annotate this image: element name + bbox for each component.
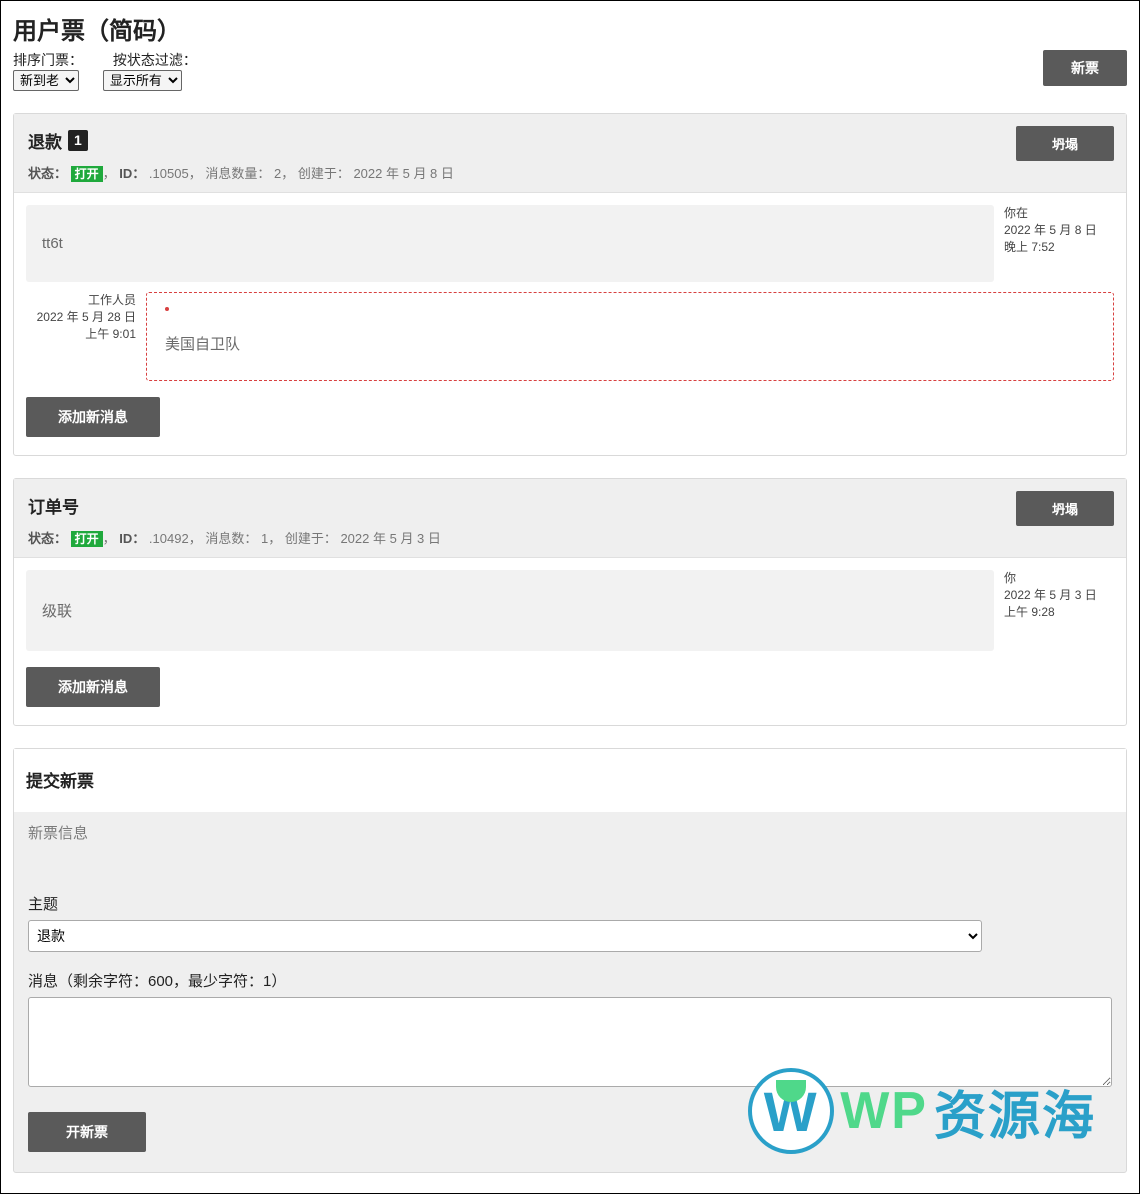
unread-badge: 1 bbox=[68, 130, 88, 151]
ticket-id: .10505 bbox=[149, 166, 189, 181]
subject-label: 主题 bbox=[28, 893, 1112, 914]
ticket-header: 退款 1 坍塌 状态： 打开， ID： .10505， 消息数量： 2， 创建于… bbox=[14, 114, 1126, 193]
staff-message-bubble: 美国自卫队 bbox=[146, 292, 1114, 381]
msgcount-value: 1 bbox=[261, 531, 268, 546]
message-author: 你在 bbox=[1004, 206, 1028, 220]
message-textarea[interactable] bbox=[28, 997, 1112, 1087]
msgcount-value: 2 bbox=[274, 166, 281, 181]
ticket-title: 订单号 bbox=[28, 493, 79, 518]
message-author: 工作人员 bbox=[88, 293, 136, 307]
message-bubble: tt6t bbox=[26, 205, 994, 282]
indicator-dot-icon bbox=[165, 307, 169, 311]
id-label: ID： bbox=[119, 166, 145, 181]
submit-ticket-section: 提交新票 新票信息 主题 退款 消息（剩余字符：600，最少字符：1） 开新票 … bbox=[13, 748, 1127, 1173]
status-filter-select[interactable]: 显示所有 bbox=[103, 70, 182, 91]
msgcount-label: 消息数量： bbox=[205, 166, 270, 181]
filter-bar: 排序门票： 按状态过滤： 新到老 显示所有 bbox=[13, 50, 203, 91]
message-author: 你 bbox=[1004, 571, 1016, 585]
new-ticket-button[interactable]: 新票 bbox=[1043, 50, 1127, 86]
message-label: 消息（剩余字符：600，最少字符：1） bbox=[28, 970, 1112, 991]
message-date: 2022 年 5 月 28 日 bbox=[37, 310, 136, 324]
status-value: 打开 bbox=[71, 531, 103, 547]
ticket-meta: 状态： 打开， ID： .10505， 消息数量： 2， 创建于： 2022 年… bbox=[28, 163, 1112, 182]
subject-select[interactable]: 退款 bbox=[28, 920, 982, 952]
status-value: 打开 bbox=[71, 166, 103, 182]
logo-letter: W bbox=[764, 1079, 819, 1144]
ticket-card: 订单号 坍塌 状态： 打开， ID： .10492， 消息数： 1， 创建于： … bbox=[13, 478, 1127, 726]
collapse-button[interactable]: 坍塌 bbox=[1016, 491, 1114, 526]
created-value: 2022 年 5 月 3 日 bbox=[340, 531, 440, 546]
message-bubble: 级联 bbox=[26, 570, 994, 651]
add-message-button[interactable]: 添加新消息 bbox=[26, 667, 160, 707]
message-meta: 工作人员 2022 年 5 月 28 日 上午 9:01 bbox=[26, 292, 136, 381]
id-label: ID： bbox=[119, 531, 145, 546]
ticket-id: .10492 bbox=[149, 531, 189, 546]
ticket-title: 退款 bbox=[28, 128, 62, 153]
msgcount-label: 消息数： bbox=[205, 531, 257, 546]
message-time: 上午 9:28 bbox=[1004, 605, 1055, 619]
collapse-button[interactable]: 坍塌 bbox=[1016, 126, 1114, 161]
created-label: 创建于： bbox=[285, 531, 337, 546]
ticket-card: 退款 1 坍塌 状态： 打开， ID： .10505， 消息数量： 2， 创建于… bbox=[13, 113, 1127, 456]
message-body: 美国自卫队 bbox=[165, 336, 240, 353]
message-time: 上午 9:01 bbox=[85, 327, 136, 341]
status-filter-label: 按状态过滤： bbox=[113, 52, 197, 68]
open-ticket-button[interactable]: 开新票 bbox=[28, 1112, 146, 1152]
status-label: 状态： bbox=[28, 531, 67, 546]
status-label: 状态： bbox=[28, 166, 67, 181]
created-label: 创建于： bbox=[298, 166, 350, 181]
message-date: 2022 年 5 月 8 日 bbox=[1004, 223, 1097, 237]
message-date: 2022 年 5 月 3 日 bbox=[1004, 588, 1097, 602]
submit-ticket-title: 提交新票 bbox=[26, 761, 106, 798]
ticket-meta: 状态： 打开， ID： .10492， 消息数： 1， 创建于： 2022 年 … bbox=[28, 528, 1112, 547]
page-title: 用户票（简码） bbox=[13, 11, 1127, 46]
message-meta: 你 2022 年 5 月 3 日 上午 9:28 bbox=[1004, 570, 1114, 651]
add-message-button[interactable]: 添加新消息 bbox=[26, 397, 160, 437]
sort-select[interactable]: 新到老 bbox=[13, 70, 79, 91]
sort-label: 排序门票： bbox=[13, 52, 83, 68]
message-time: 晚上 7:52 bbox=[1004, 240, 1055, 254]
new-ticket-info-label: 新票信息 bbox=[28, 822, 1112, 843]
message-meta: 你在 2022 年 5 月 8 日 晚上 7:52 bbox=[1004, 205, 1114, 282]
watermark-text-1: WP bbox=[840, 1081, 928, 1141]
created-value: 2022 年 5 月 8 日 bbox=[353, 166, 453, 181]
ticket-header: 订单号 坍塌 状态： 打开， ID： .10492， 消息数： 1， 创建于： … bbox=[14, 479, 1126, 558]
